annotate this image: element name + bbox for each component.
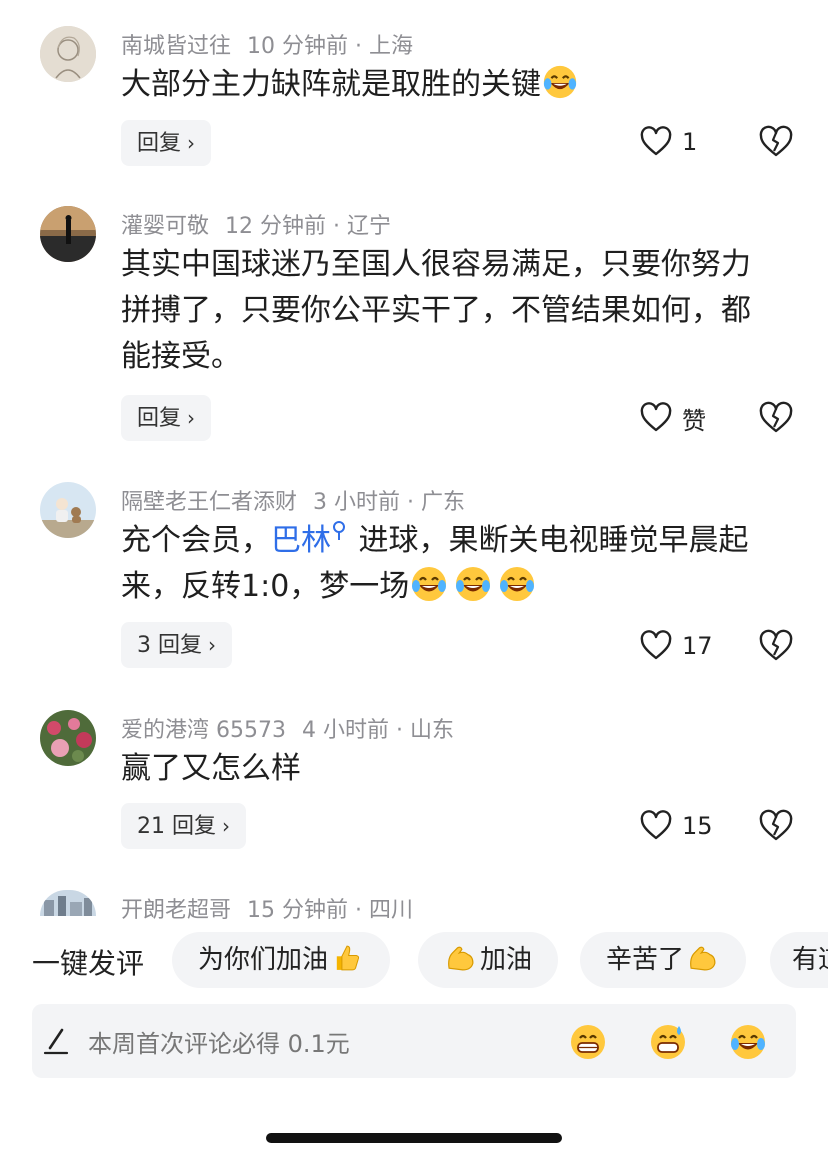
dislike-icon[interactable] (758, 400, 794, 436)
meta-separator: · (355, 34, 363, 59)
thumbs-up-icon (330, 941, 364, 975)
username[interactable]: 隔壁老王仁者添财 (121, 490, 297, 515)
avatar[interactable] (40, 482, 96, 538)
pen-icon (43, 1028, 69, 1055)
like-count: 17 (682, 632, 713, 660)
comment-location: 山东 (409, 718, 454, 743)
chevron-right-icon: › (208, 633, 216, 657)
like-count: 赞 (682, 406, 706, 435)
reply-button[interactable]: 21 回复 › (121, 803, 246, 849)
like-count: 15 (682, 812, 713, 840)
comment-time: 4 小时前 (301, 718, 389, 743)
muscle-icon (444, 941, 478, 975)
comment-location: 广东 (421, 490, 466, 515)
reply-button[interactable]: 回复 › (121, 120, 212, 166)
comment-text: 赢了又怎么样 (121, 751, 301, 786)
search-icon (333, 521, 345, 540)
comment-meta: 南城皆过往 10 分钟前 · 上海 (121, 28, 413, 60)
laugh-cry-emoji-icon[interactable] (728, 1022, 768, 1062)
avatar[interactable] (40, 710, 96, 766)
quick-chip[interactable]: 加油 (418, 932, 559, 988)
comment-meta: 开朗老超哥 15 分钟前 · 四川 (121, 892, 413, 924)
quick-chip[interactable]: 为你们加油 (172, 932, 391, 988)
meta-separator: · (355, 898, 363, 923)
like-button[interactable]: 赞 (640, 398, 706, 438)
laugh-cry-icon (497, 564, 537, 604)
comment-time: 3 小时前 (313, 490, 401, 515)
comment-input[interactable]: 本周首次评论必得 0.1元 (32, 1004, 796, 1078)
username[interactable]: 南城皆过往 (121, 34, 231, 59)
comment-input-placeholder: 本周首次评论必得 0.1元 (88, 1030, 350, 1058)
quick-chip[interactable]: 辛苦了 (580, 932, 747, 988)
comment-location: 辽宁 (347, 214, 392, 239)
dislike-icon[interactable] (758, 124, 794, 160)
like-button[interactable]: 1 (640, 122, 697, 162)
dislike-icon[interactable] (758, 628, 794, 664)
avatar[interactable] (40, 890, 96, 916)
username[interactable]: 灌婴可敬 (121, 214, 209, 239)
comment-time: 10 分钟前 (247, 34, 349, 59)
heart-icon (640, 630, 672, 662)
comment-meta: 灌婴可敬 12 分钟前 · 辽宁 (121, 208, 391, 240)
avatar[interactable] (40, 206, 96, 262)
grin-emoji-icon[interactable] (568, 1022, 608, 1062)
chevron-right-icon: › (187, 131, 196, 155)
comment-text: 充个会员，巴林 进球，果断关电视睡觉早晨起来，反转1:0，梦一场 (121, 518, 781, 610)
heart-icon (640, 402, 672, 434)
comment-meta: 爱的港湾 65573 4 小时前 · 山东 (121, 712, 454, 744)
search-link[interactable]: 巴林 (271, 521, 349, 558)
avatar[interactable] (40, 26, 96, 82)
quick-comment-bar: 一键发评 为你们加油 加油 辛苦了 有道 (0, 932, 828, 988)
comment-location: 上海 (369, 34, 414, 59)
heart-icon (640, 126, 672, 158)
reply-button[interactable]: 3 回复 › (121, 622, 232, 668)
laugh-cry-icon (409, 564, 449, 604)
reply-button[interactable]: 回复 › (121, 395, 212, 441)
like-button[interactable]: 17 (640, 626, 713, 666)
like-button[interactable]: 15 (640, 806, 713, 846)
muscle-icon (686, 941, 720, 975)
quick-comment-label: 一键发评 (32, 947, 145, 980)
quick-chip[interactable]: 有道 (770, 932, 828, 988)
home-indicator[interactable] (266, 1133, 562, 1143)
comment-meta: 隔壁老王仁者添财 3 小时前 · 广东 (121, 484, 465, 516)
comment-text: 其实中国球迷乃至国人很容易满足，只要你努力拼搏了，只要你公平实干了，不管结果如何… (121, 247, 751, 374)
comment-location: 四川 (369, 898, 414, 923)
meta-separator: · (395, 718, 403, 743)
laugh-cry-icon (541, 63, 579, 101)
username[interactable]: 爱的港湾 65573 (121, 718, 286, 743)
chevron-right-icon: › (187, 406, 196, 430)
laugh-cry-icon (453, 564, 493, 604)
heart-icon (640, 810, 672, 842)
comment-text: 大部分主力缺阵就是取胜的关键 (121, 62, 781, 108)
like-count: 1 (682, 128, 698, 156)
meta-separator: · (407, 490, 415, 515)
comment-time: 12 分钟前 (225, 214, 327, 239)
sweat-grin-emoji-icon[interactable] (648, 1022, 688, 1062)
chevron-right-icon: › (222, 814, 230, 838)
dislike-icon[interactable] (758, 808, 794, 844)
meta-separator: · (333, 214, 341, 239)
comment-time: 15 分钟前 (247, 898, 349, 923)
username[interactable]: 开朗老超哥 (121, 898, 231, 923)
